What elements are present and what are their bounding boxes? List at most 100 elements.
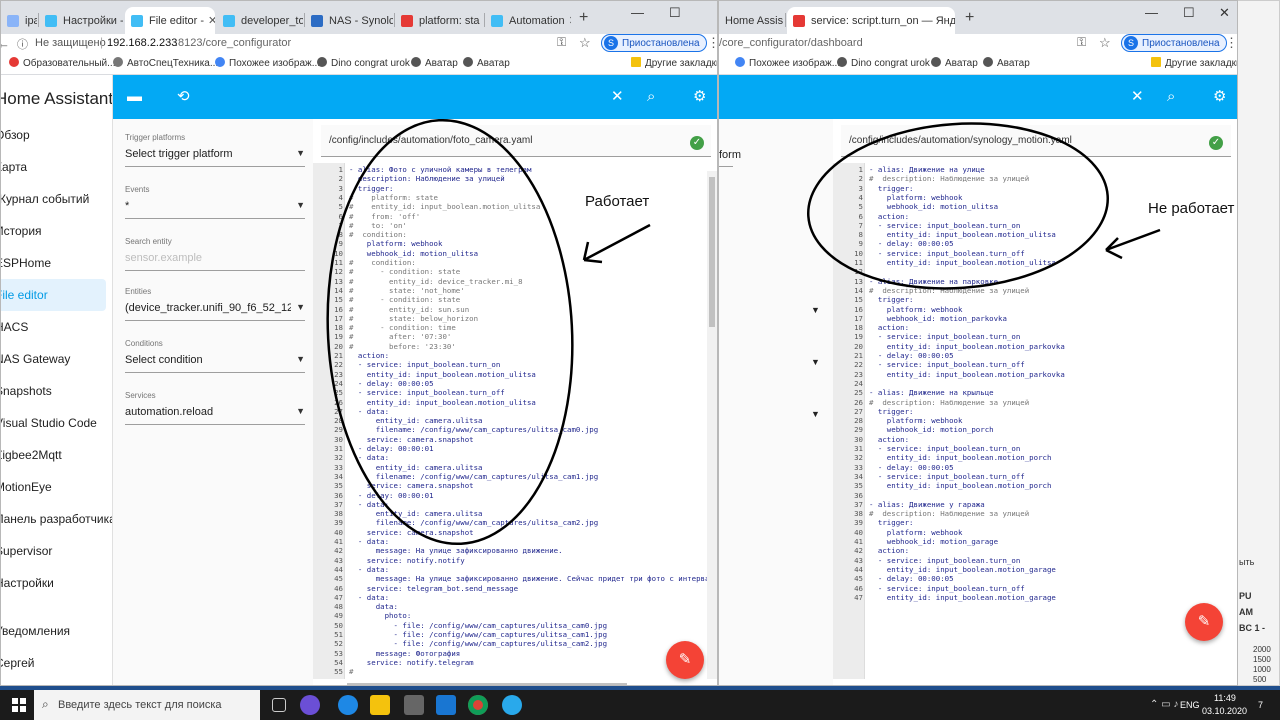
sidebar-item[interactable]: File editor (1, 279, 106, 311)
url-host[interactable]: 192.168.2.233 (107, 37, 177, 49)
notification-badge[interactable]: 7 (1258, 700, 1263, 710)
sidebar-item[interactable]: Уведомления (1, 615, 112, 647)
gear-icon[interactable]: ⚙ (1213, 87, 1226, 107)
code-line[interactable]: platform: webhook (869, 528, 963, 537)
code-line[interactable]: entity_id: input_boolean.motion_porch (869, 453, 1052, 462)
star-icon[interactable]: ☆ (579, 35, 591, 51)
code-line[interactable]: entity_id: camera.ulitsa (349, 509, 483, 518)
code-line[interactable]: # condition: (349, 230, 407, 239)
code-line[interactable]: # platform: state (349, 193, 438, 202)
store-icon[interactable] (404, 695, 424, 715)
tab-settings[interactable]: Настройки -✕ (39, 7, 123, 34)
close-tab-icon[interactable]: ✕ (480, 14, 483, 27)
code-line[interactable]: message: Фотография (349, 649, 461, 658)
code-line[interactable]: # condition: (349, 258, 416, 267)
close-tab-icon[interactable]: ✕ (204, 14, 215, 27)
code-line[interactable]: action: (349, 351, 389, 360)
chevron-down-icon[interactable]: ▼ (811, 409, 820, 419)
sidebar-item[interactable]: История (1, 215, 112, 247)
code-line[interactable]: # entity_id: input_boolean.motion_ulitsa (349, 202, 540, 211)
code-line[interactable]: trigger: (869, 295, 914, 304)
code-line[interactable]: entity_id: input_boolean.motion_parkovka (869, 370, 1065, 379)
code-line[interactable]: - file: /config/www/cam_captures/ulitsa_… (349, 630, 607, 639)
sidebar-item[interactable]: Карта (1, 151, 112, 183)
search-entity-field[interactable]: Search entity sensor.example (125, 237, 305, 271)
code-line[interactable]: entity_id: input_boolean.motion_ulitsa (869, 230, 1056, 239)
code-line[interactable]: # - condition: state (349, 295, 460, 304)
gear-icon[interactable]: ⚙ (693, 87, 706, 107)
tab-platform-state[interactable]: platform: sta✕ (395, 7, 483, 34)
sidebar-item[interactable]: Сергей (1, 647, 112, 679)
code-line[interactable]: - alias: Фото с уличной камеры в телегра… (349, 165, 531, 174)
insecure-warning-icon[interactable]: ⓘ (17, 36, 28, 52)
code-line[interactable]: - file: /config/www/cam_captures/ulitsa_… (349, 639, 607, 648)
sidebar-item[interactable]: HACS (1, 311, 112, 343)
code-line[interactable]: service: camera.snapshot (349, 528, 474, 537)
bookmark-folder[interactable]: Другие закладки (1151, 57, 1237, 69)
cortana-icon[interactable] (300, 695, 320, 715)
file-path-input[interactable]: /config/includes/automation/foto_camera.… (321, 125, 711, 157)
search-entity-input[interactable]: sensor.example (125, 252, 305, 271)
close-icon[interactable]: ✕ (611, 87, 624, 107)
events-field[interactable]: Events * ▼ (125, 185, 305, 219)
tab-automation[interactable]: Automation✕ (485, 7, 571, 34)
code-line[interactable]: - service: input_boolean.turn_off (869, 584, 1025, 593)
folder-icon[interactable]: ▬ (127, 87, 142, 107)
windows-start-icon[interactable] (12, 698, 26, 712)
back-icon[interactable]: ← (1, 36, 10, 51)
minimize-icon[interactable]: — (1145, 5, 1158, 20)
menu-icon[interactable]: ⋮ (707, 35, 717, 51)
maximize-icon[interactable]: ☐ (1183, 5, 1195, 21)
code-line[interactable]: description: Наблюдение за улицей (349, 174, 505, 183)
close-tab-icon[interactable]: ✕ (565, 14, 571, 27)
horizontal-scrollbar-thumb[interactable] (347, 683, 627, 685)
tab-nas-synology[interactable]: NAS - Synolc✕ (305, 7, 393, 34)
code-line[interactable]: # to: 'on' (349, 221, 407, 230)
sidebar-item[interactable]: Supervisor (1, 535, 112, 567)
bookmark[interactable]: Похожее изображ... (215, 57, 320, 69)
bookmark[interactable]: Аватар (411, 57, 458, 69)
tab-file-editor[interactable]: File editor -✕ (125, 7, 215, 34)
bookmark[interactable]: Dino congrat urok (317, 57, 410, 69)
code-line[interactable]: - file: /config/www/cam_captures/ulitsa_… (349, 621, 607, 630)
code-line[interactable]: trigger: (869, 184, 914, 193)
code-line[interactable]: - delay: 00:00:01 (349, 491, 434, 500)
code-line[interactable]: - data: (349, 407, 389, 416)
code-line[interactable]: entity_id: camera.ulitsa (349, 416, 483, 425)
code-line[interactable]: entity_id: input_boolean.motion_parkovka (869, 342, 1065, 351)
code-line[interactable]: - service: input_boolean.turn_off (869, 249, 1025, 258)
code-line[interactable]: - service: input_boolean.turn_off (869, 472, 1025, 481)
security-label[interactable]: Не защищено (35, 37, 106, 49)
code-line[interactable]: service: telegram_bot.send_message (349, 584, 518, 593)
code-line[interactable]: - data: (349, 565, 389, 574)
code-line[interactable]: # entity_id: device_tracker.mi_8 (349, 277, 523, 286)
code-line[interactable]: service: notify.telegram (349, 658, 474, 667)
url-path[interactable]: /core_configurator/dashboard (719, 37, 863, 49)
code-line[interactable]: # before: '23:30' (349, 342, 456, 351)
code-line[interactable]: # entity_id: sun.sun (349, 305, 469, 314)
chevron-down-icon[interactable]: ▼ (811, 305, 820, 315)
code-line[interactable]: webhook_id: motion_porch (869, 425, 994, 434)
code-line[interactable]: entity_id: input_boolean.motion_garage (869, 565, 1056, 574)
taskbar-search[interactable]: ⌕ Введите здесь текст для поиска (34, 690, 260, 720)
language-indicator[interactable]: ENG (1180, 700, 1200, 710)
edit-fab[interactable]: ✎ (666, 641, 704, 679)
code-line[interactable]: message: На улице зафиксированно движени… (349, 574, 714, 583)
code-line[interactable]: service: notify.notify (349, 556, 465, 565)
mail-icon[interactable] (436, 695, 456, 715)
code-line[interactable]: action: (869, 546, 909, 555)
code-line[interactable]: - data: (349, 593, 389, 602)
code-line[interactable]: entity_id: input_boolean.motion_porch (869, 481, 1052, 490)
file-path-input[interactable]: /config/includes/automation/synology_mot… (841, 125, 1231, 157)
code-line[interactable]: platform: webhook (349, 239, 443, 248)
file-explorer-icon[interactable] (370, 695, 390, 715)
code-editor[interactable]: 1 - alias: Движение на улице 2 # descriptio… (833, 163, 1237, 679)
chevron-down-icon[interactable]: ▼ (811, 357, 820, 367)
code-line[interactable]: - delay: 00:00:05 (869, 574, 954, 583)
code-line[interactable]: entity_id: input_boolean.motion_ulitsa (869, 258, 1056, 267)
code-editor[interactable]: 1 - alias: Фото с уличной камеры в телегр… (313, 163, 717, 679)
vertical-scrollbar[interactable] (707, 171, 717, 679)
code-line[interactable]: action: (869, 435, 909, 444)
tab-yandex-search[interactable]: service: script.turn_on — Яндекс✕ (787, 7, 955, 34)
key-icon[interactable]: ⚿ (1077, 35, 1086, 50)
